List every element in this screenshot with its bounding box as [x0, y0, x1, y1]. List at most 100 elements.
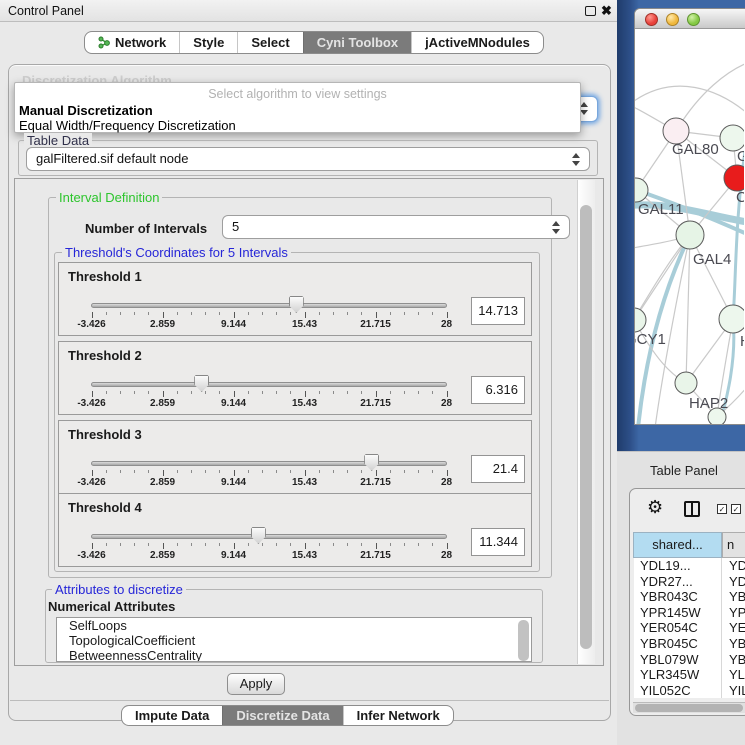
tab-cyni-toolbox[interactable]: Cyni Toolbox [303, 32, 411, 53]
slider-tick [148, 312, 149, 315]
table-hscrollbar-thumb[interactable] [635, 704, 743, 712]
column-header-shared-name[interactable]: shared... [633, 532, 722, 558]
cell-name: YDR2 [729, 574, 745, 590]
zoom-traffic-light[interactable] [687, 13, 700, 26]
threshold-slider-thumb[interactable] [364, 454, 379, 471]
checkbox-icon[interactable]: ✓ [731, 504, 741, 514]
network-edge[interactable] [635, 86, 744, 113]
threshold-value-field[interactable]: 6.316 [471, 376, 525, 404]
network-edge[interactable] [676, 63, 744, 131]
network-node-gal4[interactable] [676, 221, 704, 249]
slider-tick-label: 15.43 [281, 550, 329, 561]
slider-tick [92, 543, 93, 549]
attribute-list-item[interactable]: SelfLoops [57, 618, 531, 633]
number-of-intervals-value: 5 [232, 219, 239, 234]
close-icon[interactable]: ✖ [601, 3, 612, 19]
network-graph-icon [98, 36, 110, 49]
network-edge[interactable] [655, 235, 690, 424]
slider-tick [290, 312, 291, 315]
slider-tick-label: 28 [423, 398, 471, 409]
algorithm-dropdown-popup: Select algorithm to view settings Manual… [14, 82, 581, 133]
tab-impute-data[interactable]: Impute Data [122, 706, 222, 725]
table-row[interactable]: YLR345WYLR3 [634, 667, 745, 683]
slider-tick-label: 15.43 [281, 398, 329, 409]
slider-tick [404, 543, 405, 546]
minimize-traffic-light[interactable] [666, 13, 679, 26]
column-layout-icon[interactable] [684, 501, 700, 517]
top-tab-bar: NetworkStyleSelectCyni ToolboxjActiveMNo… [84, 31, 544, 54]
slider-tick [148, 470, 149, 473]
attributes-list-scrollbar-thumb[interactable] [518, 620, 529, 661]
table-row[interactable]: YDR27... YDR2 [634, 574, 745, 590]
tab-select[interactable]: Select [237, 32, 302, 53]
threshold-value-field[interactable]: 14.713 [471, 297, 525, 325]
slider-tick [92, 312, 93, 318]
slider-tick [205, 391, 206, 394]
network-edge[interactable] [635, 320, 686, 383]
cell-shared-name: YPR145W [640, 605, 701, 621]
table-data-combobox[interactable]: galFiltered.sif default node [26, 147, 590, 171]
threshold-slider-track[interactable] [91, 461, 447, 466]
threshold-slider-track[interactable] [91, 534, 447, 539]
table-row[interactable]: YDL19...YDL1 [634, 558, 745, 574]
threshold-slider-track[interactable] [91, 382, 447, 387]
table-row[interactable]: YBL079WYBL0 [634, 652, 745, 668]
slider-tick [234, 391, 235, 397]
slider-tick [177, 391, 178, 394]
node-table[interactable]: YDL19...YDL1YDR27... YDR2YBR043CYBR0YPR14… [634, 558, 745, 698]
table-row[interactable]: YER054C YER0 [634, 620, 745, 636]
table-row[interactable]: YBR043CYBR0 [634, 589, 745, 605]
tab-style[interactable]: Style [179, 32, 237, 53]
threshold-slider-thumb[interactable] [251, 527, 266, 544]
close-traffic-light[interactable] [645, 13, 658, 26]
threshold-slider-thumb[interactable] [194, 375, 209, 392]
slider-tick-label: -3.426 [68, 319, 116, 330]
dropdown-option-manual-discretization[interactable]: Manual Discretization [19, 103, 153, 118]
network-node-h[interactable] [719, 305, 744, 333]
network-node-c[interactable] [724, 165, 744, 191]
network-edge[interactable] [686, 235, 690, 383]
column-header-name[interactable]: n [722, 532, 745, 558]
table-hscrollbar-track[interactable] [633, 702, 745, 713]
attribute-list-item[interactable]: BetweennessCentrality [57, 648, 531, 662]
slider-tick [234, 543, 235, 549]
checkbox-icon[interactable]: ✓ [717, 504, 727, 514]
threshold-slider-thumb[interactable] [289, 296, 304, 313]
slider-tick [333, 470, 334, 473]
attribute-list-item[interactable]: TopologicalCoefficient [57, 633, 531, 648]
table-row[interactable]: YPR145WYPR1 [634, 605, 745, 621]
threshold-value-field[interactable]: 21.4 [471, 455, 525, 483]
table-settings-gear-icon[interactable]: ⚙ [647, 497, 663, 518]
network-window-titlebar[interactable] [635, 9, 745, 29]
tab-network[interactable]: Network [85, 32, 179, 53]
table-row[interactable]: YIL052CYIL0 [634, 683, 745, 698]
slider-tick [120, 312, 121, 315]
slider-tick [432, 543, 433, 546]
slider-tick [262, 470, 263, 473]
tab-jactivemnodules[interactable]: jActiveMNodules [411, 32, 543, 53]
table-row[interactable]: YBR045CYBR0 [634, 636, 745, 652]
dropdown-option-equal-width-frequency[interactable]: Equal Width/Frequency Discretization [19, 118, 236, 133]
cell-shared-name: YER054C [640, 620, 698, 636]
tab-discretize-data[interactable]: Discretize Data [222, 706, 342, 725]
network-node[interactable] [708, 408, 726, 424]
slider-tick [120, 391, 121, 394]
slider-tick [418, 470, 419, 473]
slider-tick [333, 543, 334, 546]
settings-scrollbar-thumb[interactable] [580, 205, 592, 649]
numerical-attributes-list[interactable]: SelfLoopsTopologicalCoefficientBetweenne… [56, 617, 532, 662]
network-node-hap2[interactable] [675, 372, 697, 394]
float-window-icon[interactable] [585, 6, 596, 16]
tab-infer-network[interactable]: Infer Network [343, 706, 453, 725]
network-node-gcy1[interactable] [635, 308, 646, 332]
network-canvas[interactable]: GAL80GCGAL11GAL4GCY1HHAP2 [635, 29, 744, 424]
threshold-value-field[interactable]: 11.344 [471, 528, 525, 556]
number-of-intervals-combobox[interactable]: 5 [222, 215, 570, 239]
cell-shared-name: YDR27... [640, 574, 693, 590]
table-panel-window: ⚙ ✓ ✓ shared... n YDL19...YDL1YDR27...YD… [629, 488, 745, 716]
slider-tick [163, 312, 164, 318]
network-edge-highlighted[interactable] [638, 235, 690, 424]
threshold-slider-track[interactable] [91, 303, 447, 308]
cell-name: YER0 [729, 620, 745, 636]
apply-button[interactable]: Apply [227, 673, 285, 695]
